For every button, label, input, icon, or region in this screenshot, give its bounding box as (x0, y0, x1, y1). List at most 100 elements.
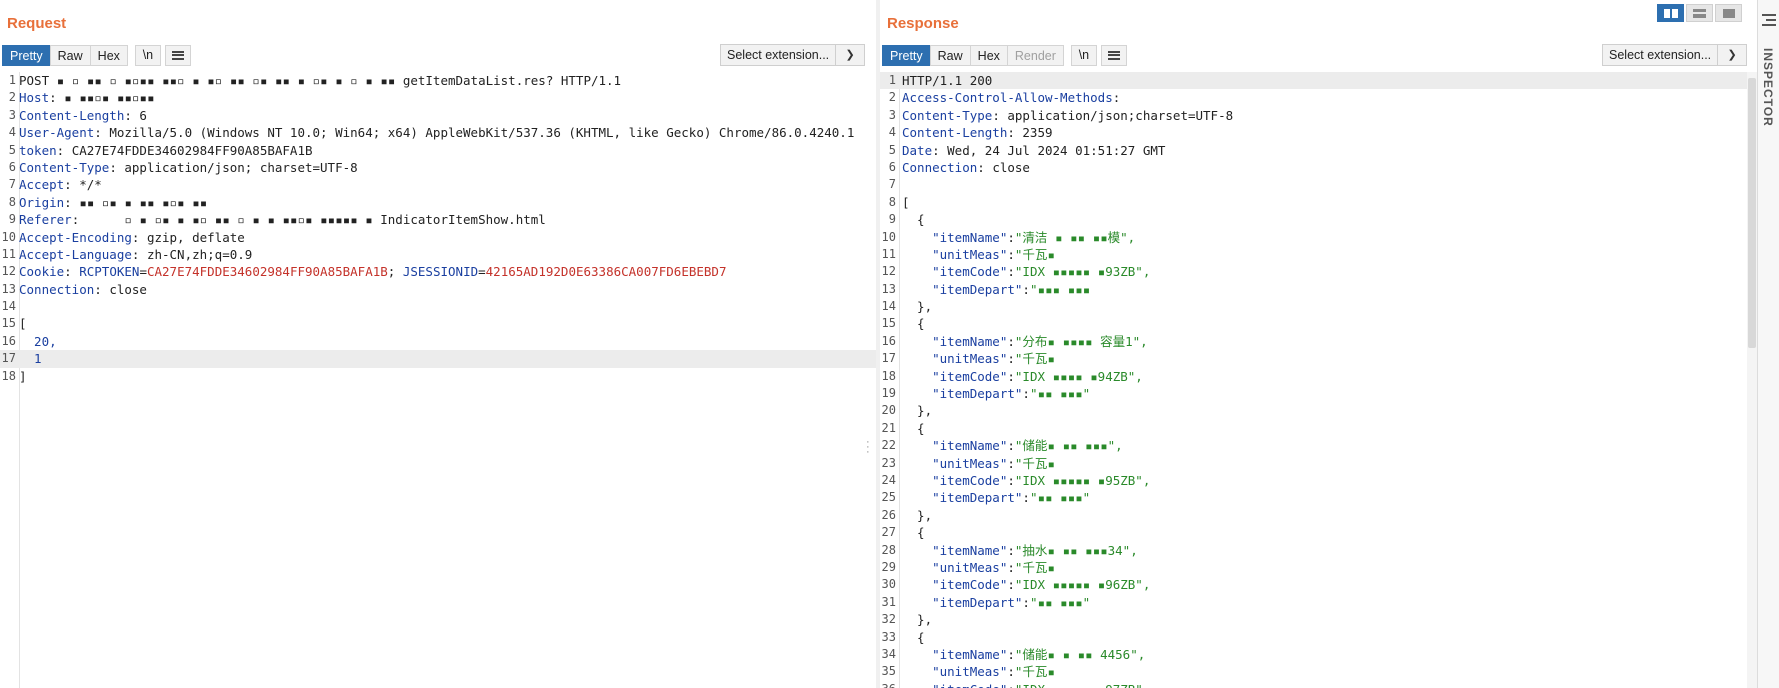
code-token: "千瓦▪ (1014, 455, 1055, 471)
splitter-grip-icon[interactable]: · · · (866, 437, 870, 458)
line-number: 35 (881, 664, 896, 679)
response-code-line[interactable]: 21 { (880, 420, 1757, 437)
request-code-line[interactable]: 15[ (0, 315, 876, 332)
response-code-line[interactable]: 20 }, (880, 402, 1757, 419)
response-code-line[interactable]: 6 Connection: close (880, 159, 1757, 176)
code-token: Content-Length (902, 125, 1008, 141)
response-code-line[interactable]: 23 "unitMeas":"千瓦▪ (880, 455, 1757, 472)
request-code-line[interactable]: 17 1 (0, 350, 876, 368)
response-scrollbar-thumb[interactable] (1748, 78, 1756, 348)
line-text: "itemCode":"IDX ▪▪▪▪▪ ▪95ZB", (902, 472, 1150, 489)
line-number: 11 (881, 246, 896, 261)
response-code-line[interactable]: 12 "itemCode":"IDX ▪▪▪▪▪ ▪93ZB", (880, 263, 1757, 280)
request-code-line[interactable]: 3 Content-Length: 6 (0, 107, 876, 124)
response-code-line[interactable]: 33 { (880, 629, 1757, 646)
code-token: Accept (19, 177, 65, 193)
response-tab-render[interactable]: Render (1006, 44, 1064, 66)
code-token: "IDX ▪▪▪▪▪ ▪93ZB", (1014, 264, 1151, 280)
response-select-extension[interactable]: Select extension... ❯ (1602, 44, 1748, 66)
line-text: 20, (19, 333, 57, 350)
response-editor[interactable]: 1 HTTP/1.1 200 2 Access-Control-Allow-Metho… (880, 72, 1757, 688)
response-code-line[interactable]: 3 Content-Type: application/json;charset=… (880, 107, 1757, 124)
request-code-line[interactable]: 2 Host: ▪ ▪▪▫▪ ▪▪▫▪▪ (0, 89, 876, 106)
request-code-line[interactable]: 13 Connection: close (0, 281, 876, 298)
line-text: }, (902, 402, 932, 419)
layout-single-button[interactable] (1715, 4, 1742, 22)
response-code-line[interactable]: 1 HTTP/1.1 200 (880, 72, 1757, 90)
request-tab-hex[interactable]: Hex (89, 44, 128, 66)
code-token: HTTP/1.1 200 (902, 73, 993, 88)
response-code-line[interactable]: 35 "unitMeas":"千瓦▪ (880, 663, 1757, 680)
request-menu-button[interactable] (164, 44, 191, 66)
response-code-line[interactable]: 36 "itemCode":"IDX ▪▪▪▪▪ ▪97ZB", (880, 681, 1757, 688)
response-code-line[interactable]: 29 "unitMeas":"千瓦▪ (880, 559, 1757, 576)
line-text: HTTP/1.1 200 (902, 72, 992, 89)
response-code-line[interactable]: 28 "itemName":"抽水▪ ▪▪ ▪▪▪34", (880, 542, 1757, 559)
response-code-line[interactable]: 34 "itemName":"储能▪ ▪ ▪▪ 4456", (880, 646, 1757, 663)
line-number: 4 (888, 125, 896, 140)
response-code-line[interactable]: 19 "itemDepart":"▪▪ ▪▪▪" (880, 385, 1757, 402)
response-code-line[interactable]: 5 Date: Wed, 24 Jul 2024 01:51:27 GMT (880, 142, 1757, 159)
response-code-line[interactable]: 27 { (880, 524, 1757, 541)
request-tab-raw[interactable]: Raw (49, 44, 91, 66)
response-code-line[interactable]: 2 Access-Control-Allow-Methods: (880, 89, 1757, 106)
request-newline-toggle[interactable]: \n (134, 44, 161, 66)
response-code-line[interactable]: 31 "itemDepart":"▪▪ ▪▪▪" (880, 594, 1757, 611)
code-token: Date (902, 142, 933, 158)
request-code-line[interactable]: 7 Accept: */* (0, 176, 876, 193)
request-code-line[interactable]: 6 Content-Type: application/json; charset… (0, 159, 876, 176)
layout-side-by-side-button[interactable] (1657, 4, 1684, 22)
request-code-line[interactable]: 4 User-Agent: Mozilla/5.0 (Windows NT 10.… (0, 124, 876, 141)
request-code-line[interactable]: 16 20, (0, 333, 876, 350)
response-code-line[interactable]: 14 }, (880, 298, 1757, 315)
response-code-line[interactable]: 10 "itemName":"清洁 ▪ ▪▪ ▪▪模", (880, 229, 1757, 246)
response-code-line[interactable]: 8[ (880, 194, 1757, 211)
request-code-line[interactable]: 8 Origin: ▪▪ ▫▪ ▪ ▪▪ ▪▫▪ ▪▪ (0, 194, 876, 211)
layout-stacked-button[interactable] (1686, 4, 1713, 22)
response-code-line[interactable]: 30 "itemCode":"IDX ▪▪▪▪▪ ▪96ZB", (880, 576, 1757, 593)
request-code-line[interactable]: 12 Cookie: RCPTOKEN=CA27E74FDDE34602984FF… (0, 263, 876, 280)
response-code-line[interactable]: 4 Content-Length: 2359 (880, 124, 1757, 141)
code-token: : (64, 264, 80, 280)
response-code-line[interactable]: 13 "itemDepart":"▪▪▪ ▪▪▪ (880, 281, 1757, 298)
code-token: : (1007, 333, 1015, 349)
response-code-line[interactable]: 24 "itemCode":"IDX ▪▪▪▪▪ ▪95ZB", (880, 472, 1757, 489)
inspector-tab[interactable]: INSPECTOR (1761, 48, 1775, 127)
response-tab-hex[interactable]: Hex (969, 44, 1008, 66)
response-newline-toggle[interactable]: \n (1070, 44, 1097, 66)
request-code-line[interactable]: 5 token: CA27E74FDDE34602984FF90A85BAFA1B (0, 142, 876, 159)
response-code-line[interactable]: 25 "itemDepart":"▪▪ ▪▪▪" (880, 489, 1757, 506)
line-number: 23 (881, 455, 896, 470)
line-text: { (902, 211, 925, 228)
line-text: "itemName":"抽水▪ ▪▪ ▪▪▪34", (902, 542, 1138, 559)
code-token: "itemCode" (902, 682, 1007, 688)
request-code-line[interactable]: 18] (0, 368, 876, 385)
request-code-line[interactable]: 9 Referer: ▫ ▪ ▫▪ ▪ ▪▫ ▪▪ ▫ ▪ ▪ ▪▪▫▪ ▪▪▪▪… (0, 211, 876, 228)
response-code-line[interactable]: 15 { (880, 315, 1757, 332)
response-code-line[interactable]: 26 }, (880, 507, 1757, 524)
inspector-menu-icon[interactable] (1762, 14, 1776, 29)
response-code-line[interactable]: 18 "itemCode":"IDX ▪▪▪▪ ▪94ZB", (880, 368, 1757, 385)
response-code-line[interactable]: 32 }, (880, 611, 1757, 628)
response-code-line[interactable]: 11 "unitMeas":"千瓦▪ (880, 246, 1757, 263)
response-tab-pretty[interactable]: Pretty (882, 44, 931, 66)
line-text: "unitMeas":"千瓦▪ (902, 246, 1055, 263)
request-select-extension[interactable]: Select extension... ❯ (720, 44, 866, 66)
request-code-line[interactable]: 10 Accept-Encoding: gzip, deflate (0, 229, 876, 246)
response-code-line[interactable]: 7 (880, 176, 1757, 193)
line-text: { (902, 524, 925, 541)
request-code-line[interactable]: 11 Accept-Language: zh-CN,zh;q=0.9 (0, 246, 876, 263)
response-code-line[interactable]: 16 "itemName":"分布▪ ▪▪▪▪ 容量1", (880, 333, 1757, 350)
response-title: Response (887, 15, 959, 32)
response-code-line[interactable]: 17 "unitMeas":"千瓦▪ (880, 350, 1757, 367)
response-code-line[interactable]: 9 { (880, 211, 1757, 228)
request-code-line[interactable]: 14 (0, 298, 876, 315)
request-code-line[interactable]: 1 POST ▪ ▫ ▪▪ ▫ ▪▫▪▪ ▪▪▫ ▪ ▪▫ ▪▪ ▫▪ ▪▪ ▪ … (0, 72, 876, 89)
response-menu-button[interactable] (1100, 44, 1127, 66)
code-token: User-Agent (19, 125, 95, 141)
line-text: "itemName":"储能▪ ▪▪ ▪▪▪", (902, 437, 1123, 454)
request-tab-pretty[interactable]: Pretty (2, 44, 51, 66)
response-code-line[interactable]: 22 "itemName":"储能▪ ▪▪ ▪▪▪", (880, 437, 1757, 454)
request-editor[interactable]: 1 POST ▪ ▫ ▪▪ ▫ ▪▫▪▪ ▪▪▫ ▪ ▪▫ ▪▪ ▫▪ ▪▪ ▪ … (0, 72, 876, 688)
response-tab-raw[interactable]: Raw (929, 44, 971, 66)
